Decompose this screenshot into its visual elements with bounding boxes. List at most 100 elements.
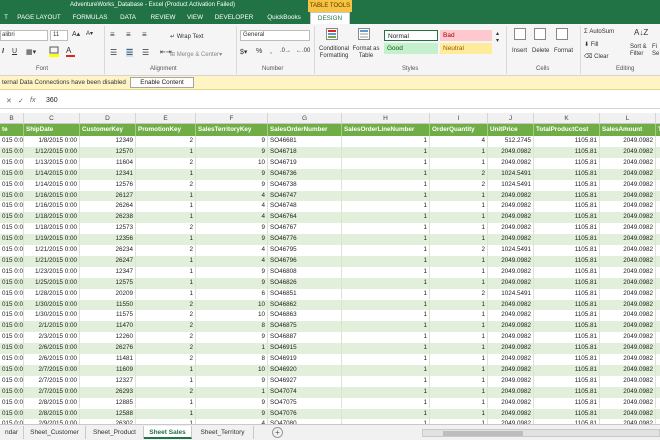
table-cell[interactable]: 015 0:00 <box>0 245 24 256</box>
table-cell[interactable]: 1 <box>342 299 430 311</box>
table-cell[interactable]: 015 0:00 <box>0 408 24 420</box>
table-cell[interactable]: 1 <box>342 201 430 213</box>
table-cell[interactable]: 2049.0982 <box>488 223 534 235</box>
table-cell[interactable]: 2/6/2015 0:00 <box>24 354 80 365</box>
table-cell[interactable]: SO46796 <box>268 255 342 267</box>
table-cell[interactable]: 2049.0982 <box>600 332 656 344</box>
table-cell[interactable]: 1/21/2015 0:00 <box>24 245 80 256</box>
table-cell[interactable]: 12885 <box>80 397 136 409</box>
table-cell[interactable]: 1/25/2015 0:00 <box>24 277 80 289</box>
table-cell[interactable]: 1105.81 <box>534 212 600 224</box>
table-cell[interactable]: 1024.5491 <box>488 245 534 256</box>
table-cell[interactable]: 2049.0982 <box>488 321 534 333</box>
cancel-icon[interactable]: ✕ <box>6 97 12 105</box>
style-good[interactable]: Good <box>384 43 438 54</box>
table-cell[interactable]: 1 <box>342 375 430 387</box>
table-cell[interactable]: 11609 <box>80 364 136 376</box>
table-cell[interactable]: 2049.0982 <box>600 223 656 235</box>
table-cell[interactable]: SO46875 <box>268 321 342 333</box>
table-cell[interactable]: 1 <box>342 386 430 398</box>
table-cell[interactable]: 1 <box>430 310 488 322</box>
align-center-icon[interactable]: ☰ <box>126 48 134 57</box>
table-cell[interactable]: 2 <box>136 354 196 365</box>
table-cell[interactable]: 1 <box>342 310 430 322</box>
table-cell[interactable]: 9 <box>196 234 268 245</box>
table-cell[interactable]: SO46767 <box>268 223 342 235</box>
table-cell[interactable]: 9 <box>196 408 268 420</box>
table-cell[interactable]: 2 <box>136 310 196 322</box>
table-cell[interactable]: SO46748 <box>268 201 342 213</box>
column-header-g[interactable]: G <box>268 113 342 124</box>
header-tax[interactable]: T <box>656 124 660 136</box>
table-cell[interactable]: 1/16/2015 0:00 <box>24 190 80 202</box>
table-cell[interactable]: 2049.0982 <box>488 190 534 202</box>
table-cell[interactable]: 1105.81 <box>534 234 600 245</box>
borders-icon[interactable]: ▦▾ <box>26 48 36 56</box>
table-cell[interactable]: 2049.0982 <box>600 375 656 387</box>
align-middle-icon[interactable]: ≡ <box>126 30 131 39</box>
table-cell[interactable]: 2/8/2015 0:00 <box>24 408 80 420</box>
table-cell[interactable]: 1 <box>136 288 196 300</box>
style-normal[interactable]: Normal <box>384 30 438 41</box>
table-cell[interactable]: 2/8/2015 0:00 <box>24 397 80 409</box>
table-cell[interactable]: 2049.0982 <box>488 255 534 267</box>
table-cell[interactable]: SO46738 <box>268 179 342 191</box>
table-cell[interactable]: 015 0:00 <box>0 234 24 245</box>
table-cell[interactable]: 9 <box>196 397 268 409</box>
table-cell[interactable]: 1024.5491 <box>488 288 534 300</box>
column-header-b[interactable]: B <box>0 113 24 124</box>
table-cell[interactable]: SO46920 <box>268 364 342 376</box>
delete-cells-icon[interactable] <box>534 28 546 40</box>
table-cell[interactable]: 9 <box>196 136 268 147</box>
wrap-text-button[interactable]: ↵ Wrap Text <box>170 33 204 40</box>
table-cell[interactable]: 1 <box>342 234 430 245</box>
table-cell[interactable]: 015 0:00 <box>0 168 24 180</box>
table-cell[interactable]: SO46776 <box>268 234 342 245</box>
table-cell[interactable]: 10 <box>196 310 268 322</box>
table-cell[interactable]: 12347 <box>80 266 136 278</box>
header-promotionkey[interactable]: PromotionKey <box>136 124 196 136</box>
align-top-icon[interactable]: ≡ <box>110 30 115 39</box>
table-cell[interactable]: 1 <box>136 146 196 158</box>
table-cell[interactable]: 12356 <box>80 234 136 245</box>
table-cell[interactable]: 1105.81 <box>534 332 600 344</box>
conditional-formatting-label[interactable]: Conditional Formatting <box>316 46 352 60</box>
clear-button[interactable]: ⌫ Clear <box>584 53 609 60</box>
table-cell[interactable]: 12341 <box>80 168 136 180</box>
table-cell[interactable]: 12575 <box>80 277 136 289</box>
decrease-decimal-icon[interactable]: ←.00 <box>296 48 310 54</box>
table-cell[interactable]: 2049.0982 <box>600 168 656 180</box>
table-cell[interactable]: 015 0:00 <box>0 277 24 289</box>
italic-icon[interactable]: I <box>2 48 4 55</box>
table-cell[interactable]: 1 <box>430 397 488 409</box>
header-unitprice[interactable]: UnitPrice <box>488 124 534 136</box>
table-cell[interactable]: 1 <box>430 146 488 158</box>
column-header-h[interactable]: H <box>342 113 430 124</box>
table-cell[interactable]: 2049.0982 <box>488 310 534 322</box>
table-cell[interactable]: SO46808 <box>268 266 342 278</box>
column-header-d[interactable]: D <box>80 113 136 124</box>
table-cell[interactable]: 1105.81 <box>534 397 600 409</box>
table-cell[interactable]: 1 <box>136 234 196 245</box>
grow-font-icon[interactable]: A▴ <box>72 30 80 38</box>
find-select-label[interactable]: Fi Se <box>652 44 660 58</box>
table-cell[interactable]: 015 0:00 <box>0 310 24 322</box>
table-cell[interactable]: 1/14/2015 0:00 <box>24 168 80 180</box>
tab-review[interactable]: REVIEW <box>148 12 178 24</box>
table-cell[interactable]: 015 0:00 <box>0 343 24 354</box>
table-cell[interactable]: 1 <box>430 190 488 202</box>
table-cell[interactable]: SO46887 <box>268 332 342 344</box>
table-cell[interactable]: 9 <box>196 332 268 344</box>
table-cell[interactable]: 1 <box>342 245 430 256</box>
align-bottom-icon[interactable]: ≡ <box>142 30 147 39</box>
table-cell[interactable]: 1/21/2015 0:00 <box>24 255 80 267</box>
table-cell[interactable]: 4 <box>196 201 268 213</box>
table-cell[interactable]: 1 <box>342 266 430 278</box>
increase-decimal-icon[interactable]: .0→ <box>280 48 291 54</box>
table-cell[interactable]: 4 <box>196 212 268 224</box>
table-cell[interactable]: 1024.5491 <box>488 179 534 191</box>
table-cell[interactable]: 11470 <box>80 321 136 333</box>
table-cell[interactable]: 2 <box>430 245 488 256</box>
table-cell[interactable]: SO46736 <box>268 168 342 180</box>
table-cell[interactable]: 11604 <box>80 157 136 169</box>
